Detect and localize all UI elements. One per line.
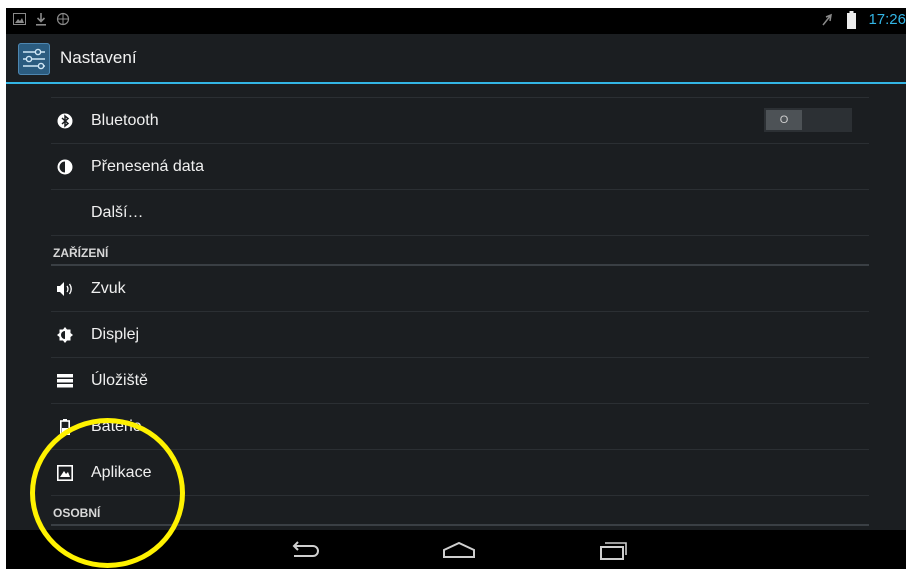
android-screen: 17:26 Nastavení Bluetooth O Přenesená da… bbox=[6, 8, 906, 569]
settings-item-storage[interactable]: Úložiště bbox=[51, 358, 869, 404]
status-bar: 17:26 bbox=[6, 8, 906, 34]
toggle-knob: O bbox=[766, 110, 802, 130]
bluetooth-toggle[interactable]: O bbox=[764, 108, 852, 132]
download-icon bbox=[34, 12, 48, 26]
apps-icon bbox=[56, 464, 74, 482]
settings-item-bluetooth[interactable]: Bluetooth O bbox=[51, 98, 869, 144]
action-bar: Nastavení bbox=[6, 34, 906, 84]
page-title: Nastavení bbox=[60, 48, 137, 67]
settings-item-label: Baterie bbox=[91, 417, 142, 435]
section-title: OSOBNÍ bbox=[53, 506, 101, 520]
settings-item-apps[interactable]: Aplikace bbox=[51, 450, 869, 496]
data-usage-icon bbox=[56, 158, 74, 176]
settings-item-label: Displej bbox=[91, 325, 140, 343]
battery-icon bbox=[56, 418, 74, 436]
clock: 17:26 bbox=[868, 11, 906, 28]
sound-icon bbox=[56, 280, 74, 298]
navigation-bar bbox=[6, 530, 906, 569]
section-header-personal: OSOBNÍ bbox=[51, 496, 869, 526]
settings-item-display[interactable]: Displej bbox=[51, 312, 869, 358]
settings-item-more[interactable]: Další… bbox=[51, 190, 869, 236]
settings-item-label: Aplikace bbox=[91, 463, 152, 481]
settings-item-label: Přenesená data bbox=[91, 157, 204, 175]
settings-item-label: Úložiště bbox=[91, 371, 148, 389]
signal-off-icon bbox=[820, 13, 834, 27]
network-icon bbox=[56, 12, 70, 26]
bluetooth-icon bbox=[56, 112, 74, 130]
settings-item-label: Zvuk bbox=[91, 279, 126, 297]
display-icon bbox=[56, 326, 74, 344]
back-icon[interactable] bbox=[288, 539, 322, 561]
recents-icon[interactable] bbox=[596, 539, 630, 561]
settings-icon[interactable] bbox=[18, 43, 50, 75]
settings-item-sound[interactable]: Zvuk bbox=[51, 266, 869, 312]
storage-icon bbox=[56, 372, 74, 390]
settings-item-battery[interactable]: Baterie bbox=[51, 404, 869, 450]
section-header-device: ZAŘÍZENÍ bbox=[51, 236, 869, 266]
settings-list: Bluetooth O Přenesená data Další… ZAŘÍZE… bbox=[51, 97, 869, 526]
settings-item-data-usage[interactable]: Přenesená data bbox=[51, 144, 869, 190]
image-icon bbox=[12, 12, 26, 26]
home-icon[interactable] bbox=[442, 539, 476, 561]
battery-icon bbox=[844, 11, 858, 29]
settings-item-label: Bluetooth bbox=[91, 111, 159, 129]
section-title: ZAŘÍZENÍ bbox=[53, 246, 109, 260]
settings-item-label: Další… bbox=[91, 203, 144, 221]
